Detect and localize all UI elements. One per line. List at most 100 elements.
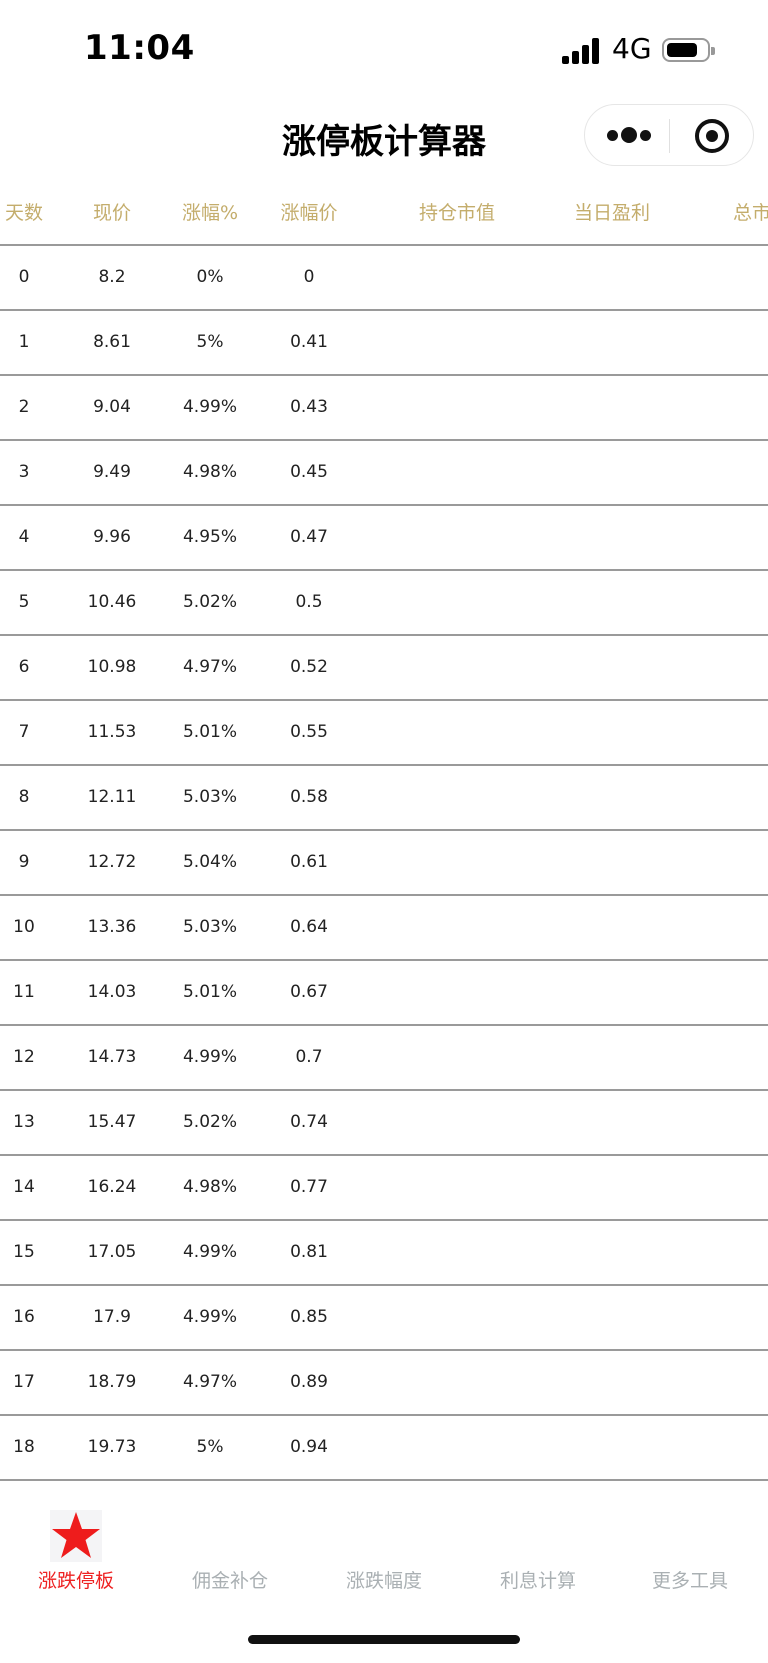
table-cell: 9.49 bbox=[93, 462, 131, 482]
table-cell: 0.45 bbox=[290, 462, 328, 482]
table-cell: 5.03% bbox=[182, 917, 238, 937]
table-cell: 5.03% bbox=[182, 787, 238, 807]
table-cell: 4.95% bbox=[182, 527, 238, 547]
table-row: 15 17.05 4.99% 0.81 bbox=[0, 1221, 768, 1286]
limit-up-table: 天数 现价 涨幅% 涨幅价 持仓市值 当日盈利 总市 0 8.2 0% 0 1 8.61 5% 0.41 2… bbox=[0, 180, 768, 1482]
table-cell: 0 bbox=[303, 267, 315, 287]
more-icon[interactable] bbox=[607, 127, 651, 145]
status-time: 11:04 bbox=[84, 28, 195, 68]
tab-range[interactable]: 涨跌幅度 bbox=[314, 1482, 454, 1592]
table-cell: 17.05 bbox=[87, 1242, 137, 1262]
table-cell: 0.89 bbox=[290, 1372, 328, 1392]
table-row: 0 8.2 0% 0 bbox=[0, 246, 768, 311]
table-cell: 19.73 bbox=[87, 1437, 137, 1457]
mini-program-capsule bbox=[584, 104, 754, 166]
table-cell: 3 bbox=[18, 462, 30, 482]
tab-label: 佣金补仓 bbox=[191, 1570, 268, 1592]
nav-bar: 涨停板计算器 bbox=[0, 100, 768, 180]
table-cell: 4.99% bbox=[182, 1242, 238, 1262]
capsule-divider bbox=[669, 119, 670, 153]
table-cell: 5.01% bbox=[182, 982, 238, 1002]
table-row: 17 18.79 4.97% 0.89 bbox=[0, 1351, 768, 1416]
table-cell: 12 bbox=[13, 1047, 35, 1067]
table-row: 9 12.72 5.04% 0.61 bbox=[0, 831, 768, 896]
table-row: 3 9.49 4.98% 0.45 bbox=[0, 441, 768, 506]
table-cell: 4.99% bbox=[182, 397, 238, 417]
table-row: 1 8.61 5% 0.41 bbox=[0, 311, 768, 376]
table-cell: 0.5 bbox=[295, 592, 323, 612]
table-cell: 13.36 bbox=[87, 917, 137, 937]
table-cell: 7 bbox=[18, 722, 30, 742]
table-cell: 6 bbox=[18, 657, 30, 677]
table-cell: 5% bbox=[196, 332, 224, 352]
table-cell: 4.97% bbox=[182, 657, 238, 677]
column-header: 现价 bbox=[92, 202, 132, 224]
tab-more-tools[interactable]: 更多工具 bbox=[620, 1482, 760, 1592]
tab-interest[interactable]: 利息计算 bbox=[468, 1482, 608, 1592]
table-cell: 9.04 bbox=[93, 397, 131, 417]
table-cell: 0.41 bbox=[290, 332, 328, 352]
table-row: 16 17.9 4.99% 0.85 bbox=[0, 1286, 768, 1351]
table-cell: 0.67 bbox=[290, 982, 328, 1002]
column-header: 涨幅价 bbox=[280, 202, 338, 224]
table-cell: 8.61 bbox=[93, 332, 131, 352]
table-cell: 4 bbox=[18, 527, 30, 547]
table-row: 11 14.03 5.01% 0.67 bbox=[0, 961, 768, 1026]
table-cell: 18.79 bbox=[87, 1372, 137, 1392]
tab-label: 利息计算 bbox=[499, 1570, 576, 1592]
table-cell: 15.47 bbox=[87, 1112, 137, 1132]
home-indicator[interactable] bbox=[248, 1635, 520, 1644]
table-cell: 0.81 bbox=[290, 1242, 328, 1262]
table-body: 0 8.2 0% 0 1 8.61 5% 0.41 2 9.04 4.99% 0.43 3 9.49 4.9… bbox=[0, 246, 768, 1481]
close-target-icon[interactable] bbox=[695, 119, 729, 153]
table-cell: 0.61 bbox=[290, 852, 328, 872]
table-cell: 17 bbox=[13, 1372, 35, 1392]
column-header: 天数 bbox=[4, 202, 44, 224]
table-cell: 0% bbox=[196, 267, 224, 287]
table-cell: 0.74 bbox=[290, 1112, 328, 1132]
table-cell: 5% bbox=[196, 1437, 224, 1457]
table-cell: 16 bbox=[13, 1307, 35, 1327]
table-cell: 12.72 bbox=[87, 852, 137, 872]
column-header: 持仓市值 bbox=[418, 202, 496, 224]
table-cell: 0.47 bbox=[290, 527, 328, 547]
table-cell: 8 bbox=[18, 787, 30, 807]
table-row: 18 19.73 5% 0.94 bbox=[0, 1416, 768, 1481]
table-cell: 11.53 bbox=[87, 722, 137, 742]
table-row: 13 15.47 5.02% 0.74 bbox=[0, 1091, 768, 1156]
table-cell: 5 bbox=[18, 592, 30, 612]
table-cell: 13 bbox=[13, 1112, 35, 1132]
table-cell: 14.03 bbox=[87, 982, 137, 1002]
column-header: 涨幅% bbox=[181, 202, 239, 224]
table-row: 10 13.36 5.03% 0.64 bbox=[0, 896, 768, 961]
table-cell: 0.94 bbox=[290, 1437, 328, 1457]
tab-label: 涨跌停板 bbox=[37, 1570, 114, 1592]
table-cell: 15 bbox=[13, 1242, 35, 1262]
tab-limit[interactable]: 涨跌停板 bbox=[6, 1482, 146, 1592]
network-label: 4G bbox=[612, 32, 652, 65]
table-cell: 5.04% bbox=[182, 852, 238, 872]
table-cell: 14.73 bbox=[87, 1047, 137, 1067]
star-icon bbox=[50, 1510, 102, 1562]
tab-label: 更多工具 bbox=[651, 1570, 728, 1592]
table-cell: 11 bbox=[13, 982, 35, 1002]
column-header: 总市 bbox=[732, 202, 768, 224]
table-cell: 8.2 bbox=[98, 267, 126, 287]
table-cell: 4.98% bbox=[182, 462, 238, 482]
table-row: 12 14.73 4.99% 0.7 bbox=[0, 1026, 768, 1091]
table-row: 5 10.46 5.02% 0.5 bbox=[0, 571, 768, 636]
table-row: 14 16.24 4.98% 0.77 bbox=[0, 1156, 768, 1221]
tab-commission[interactable]: 佣金补仓 bbox=[160, 1482, 300, 1592]
tab-label: 涨跌幅度 bbox=[345, 1570, 422, 1592]
table-cell: 0.55 bbox=[290, 722, 328, 742]
table-cell: 18 bbox=[13, 1437, 35, 1457]
table-row: 7 11.53 5.01% 0.55 bbox=[0, 701, 768, 766]
table-cell: 0.85 bbox=[290, 1307, 328, 1327]
table-cell: 2 bbox=[18, 397, 30, 417]
table-cell: 4.97% bbox=[182, 1372, 238, 1392]
table-header: 天数 现价 涨幅% 涨幅价 持仓市值 当日盈利 总市 bbox=[0, 180, 768, 246]
table-cell: 10 bbox=[13, 917, 35, 937]
table-cell: 10.98 bbox=[87, 657, 137, 677]
table-cell: 10.46 bbox=[87, 592, 137, 612]
table-cell: 0.52 bbox=[290, 657, 328, 677]
